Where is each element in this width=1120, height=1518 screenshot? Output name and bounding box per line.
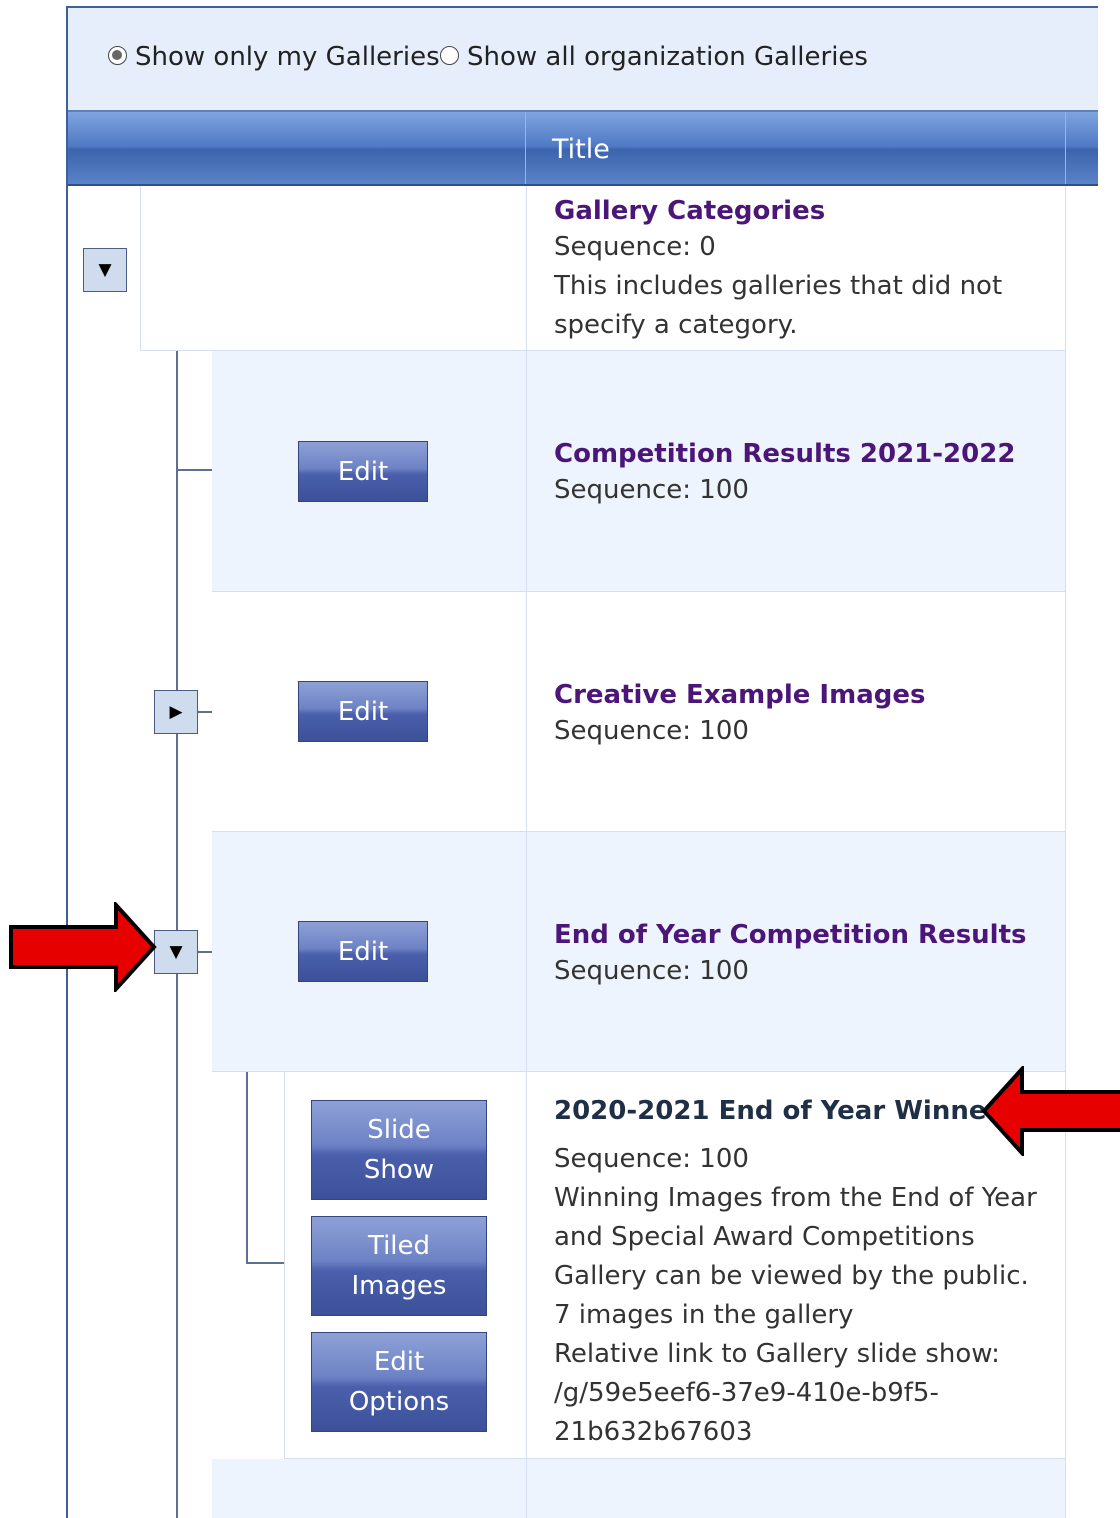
edit-options-button[interactable]: Edit Options	[311, 1332, 487, 1432]
red-arrow-icon	[9, 902, 157, 992]
red-arrow-icon	[981, 1066, 1120, 1156]
expand-row-toggle[interactable]: ▶	[154, 690, 198, 734]
row-title-cell: Competition Results 2021-2022 Sequence: …	[526, 351, 1066, 592]
radio-show-mine[interactable]: Show only my Galleries	[108, 42, 440, 72]
gallery-link-label: Relative link to Gallery slide show:	[554, 1339, 1000, 1369]
tree-line	[198, 711, 212, 713]
gallery-category-sequence: Sequence: 100	[554, 956, 749, 986]
row-title-cell	[526, 1459, 1066, 1518]
edit-options-label: Options	[348, 1387, 450, 1417]
gallery-visibility: Gallery can be viewed by the public.	[554, 1261, 1029, 1291]
gallery-category-title[interactable]: Creative Example Images	[554, 680, 1066, 710]
grid-header: Title	[68, 112, 1098, 186]
triangle-down-icon: ▼	[98, 260, 112, 280]
collapse-category-toggle[interactable]: ▼	[83, 248, 127, 292]
edit-button[interactable]: Edit	[298, 921, 428, 982]
column-divider	[1065, 186, 1066, 1518]
header-divider	[1065, 112, 1066, 184]
edit-options-label: Edit	[373, 1347, 425, 1377]
category-description-1: This includes galleries that did not	[554, 271, 1003, 301]
gallery-description-2: and Special Award Competitions	[554, 1222, 975, 1252]
collapse-row-toggle[interactable]: ▼	[154, 930, 198, 974]
tree-line	[246, 1262, 284, 1264]
slide-show-label: Show	[363, 1155, 435, 1185]
gallery-category-title[interactable]: End of Year Competition Results	[554, 920, 1066, 950]
header-divider	[525, 112, 526, 184]
category-title[interactable]: Gallery Categories	[554, 196, 1066, 226]
category-description-2: specify a category.	[554, 310, 798, 340]
radio-checked-icon[interactable]	[108, 45, 127, 65]
row-title-cell: Creative Example Images Sequence: 100	[526, 592, 1066, 832]
slide-show-label: Slide	[367, 1115, 431, 1145]
radio-show-all-label[interactable]: Show all organization Galleries	[467, 42, 868, 72]
gallery-category-title[interactable]: Competition Results 2021-2022	[554, 439, 1066, 469]
tiled-images-button[interactable]: Tiled Images	[311, 1216, 487, 1316]
tree-line	[176, 469, 212, 471]
category-sequence: Sequence: 0	[554, 232, 716, 262]
tiled-images-label: Tiled	[367, 1231, 431, 1261]
row-action-cell	[212, 1459, 526, 1518]
gallery-link-2: 21b632b67603	[554, 1417, 753, 1447]
edit-button[interactable]: Edit	[298, 441, 428, 502]
gallery-grid-frame: Show only my Galleries Show all organiza…	[66, 6, 1098, 1518]
radio-show-mine-label[interactable]: Show only my Galleries	[135, 42, 440, 72]
gallery-link-1: /g/59e5eef6-37e9-410e-b9f5-	[554, 1378, 939, 1408]
gallery-image-count: 7 images in the gallery	[554, 1300, 854, 1330]
title-column-header[interactable]: Title	[552, 134, 610, 165]
edit-button[interactable]: Edit	[298, 681, 428, 742]
category-title-cell: Gallery Categories Sequence: 0 This incl…	[526, 186, 1066, 351]
gallery-category-sequence: Sequence: 100	[554, 716, 749, 746]
tree-line	[246, 1072, 248, 1264]
radio-show-all[interactable]: Show all organization Galleries	[440, 42, 868, 72]
tiled-images-label: Images	[351, 1271, 447, 1301]
category-action-cell	[140, 186, 526, 351]
slide-show-button[interactable]: Slide Show	[311, 1100, 487, 1200]
tree-line	[198, 951, 212, 953]
triangle-down-icon: ▼	[169, 942, 183, 962]
triangle-right-icon: ▶	[169, 702, 183, 722]
gallery-filter-bar: Show only my Galleries Show all organiza…	[68, 8, 1098, 112]
radio-unchecked-icon[interactable]	[440, 45, 459, 65]
row-title-cell: End of Year Competition Results Sequence…	[526, 832, 1066, 1072]
gallery-category-sequence: Sequence: 100	[554, 475, 749, 505]
gallery-description-1: Winning Images from the End of Year	[554, 1183, 1037, 1213]
